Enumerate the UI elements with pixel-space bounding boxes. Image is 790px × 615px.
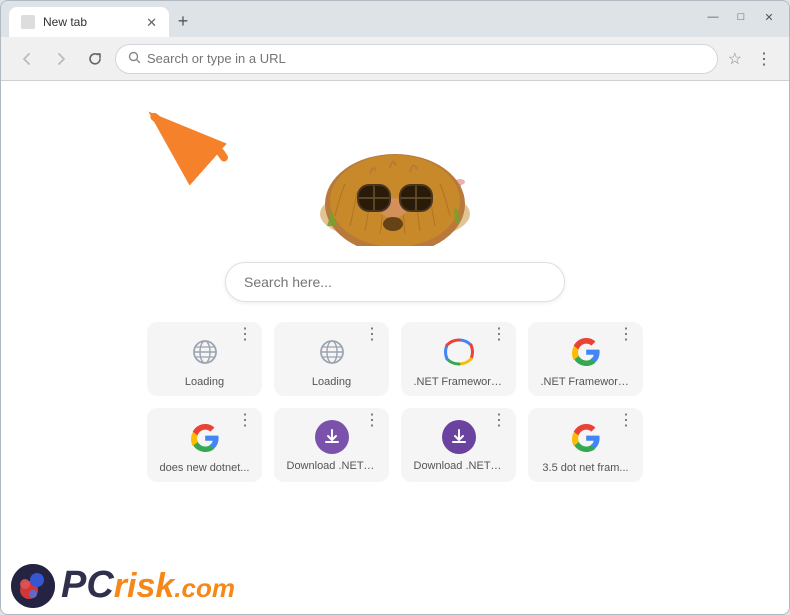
dial-label-7: Download .NET F...: [414, 460, 504, 472]
tab-favicon: [21, 15, 35, 29]
content-area: ⋮ Loading ⋮ Loading ⋮: [1, 81, 789, 614]
browser-menu-button[interactable]: ⋮: [752, 45, 777, 73]
new-tab-button[interactable]: +: [169, 7, 197, 35]
watermark: PC risk .com: [1, 558, 245, 614]
dial-item-8[interactable]: ⋮ 3.5 dot net fram...: [528, 408, 643, 482]
browser-tab[interactable]: New tab ✕: [9, 7, 169, 37]
bookmark-button[interactable]: ☆: [724, 45, 746, 73]
forward-button[interactable]: [47, 45, 75, 73]
maximize-button[interactable]: □: [729, 5, 753, 29]
reload-button[interactable]: [81, 45, 109, 73]
back-button[interactable]: [13, 45, 41, 73]
dial-menu-3[interactable]: ⋮: [491, 330, 508, 340]
dial-icon-3: [441, 334, 477, 370]
dial-icon-5: [187, 420, 223, 456]
title-bar: New tab ✕ + — □ ✕: [1, 1, 789, 37]
dial-label-5: does new dotnet...: [160, 462, 250, 474]
close-button[interactable]: ✕: [757, 5, 781, 29]
dial-menu-2[interactable]: ⋮: [364, 330, 381, 340]
dial-item-1[interactable]: ⋮ Loading: [147, 322, 262, 396]
url-input[interactable]: [147, 51, 705, 66]
dial-icon-6: [315, 420, 349, 454]
dial-label-4: .NET Framework ...: [541, 376, 631, 388]
arrow-indicator: [141, 81, 252, 200]
tab-label: New tab: [43, 15, 87, 29]
dial-icon-1: [187, 334, 223, 370]
dial-menu-4[interactable]: ⋮: [618, 330, 635, 340]
pc-text: PC: [61, 566, 114, 604]
dial-label-2: Loading: [287, 376, 377, 388]
risk-text: risk: [114, 567, 175, 606]
dial-label-3: .NET Framework ...: [414, 376, 504, 388]
dial-icon-2: [314, 334, 350, 370]
search-icon: [128, 51, 141, 67]
toolbar: ☆ ⋮: [1, 37, 789, 81]
window-controls: — □ ✕: [701, 5, 781, 29]
pcrisk-brand-text: PC risk .com: [61, 566, 235, 606]
dial-label-6: Download .NET F...: [287, 460, 377, 472]
pcrisk-logo: [11, 564, 55, 608]
dial-item-7[interactable]: ⋮ Download .NET F...: [401, 408, 516, 482]
dial-item-3[interactable]: ⋮ .NET Framework ...: [401, 322, 516, 396]
dial-menu-7[interactable]: ⋮: [491, 416, 508, 426]
page-search-input[interactable]: [225, 262, 565, 302]
dial-icon-7: [442, 420, 476, 454]
dial-label-8: 3.5 dot net fram...: [541, 462, 631, 474]
dial-menu-1[interactable]: ⋮: [237, 330, 254, 340]
dial-icon-4: [568, 334, 604, 370]
dial-item-6[interactable]: ⋮ Download .NET F...: [274, 408, 389, 482]
minimize-button[interactable]: —: [701, 5, 725, 29]
browser-window: New tab ✕ + — □ ✕ ☆ ⋮: [0, 0, 790, 615]
com-text: .com: [174, 573, 235, 604]
dial-item-2[interactable]: ⋮ Loading: [274, 322, 389, 396]
creature-illustration: [285, 96, 505, 246]
dial-icon-8: [568, 420, 604, 456]
search-box-container: [225, 262, 565, 302]
dial-menu-8[interactable]: ⋮: [618, 416, 635, 426]
dial-item-5[interactable]: ⋮ does new dotnet...: [147, 408, 262, 482]
speed-dial-grid: ⋮ Loading ⋮ Loading ⋮: [147, 322, 643, 482]
address-bar[interactable]: [115, 44, 718, 74]
dial-item-4[interactable]: ⋮ .NET Framework ...: [528, 322, 643, 396]
dial-menu-6[interactable]: ⋮: [364, 416, 381, 426]
tab-close-button[interactable]: ✕: [146, 16, 157, 29]
dial-menu-5[interactable]: ⋮: [237, 416, 254, 426]
dial-label-1: Loading: [160, 376, 250, 388]
